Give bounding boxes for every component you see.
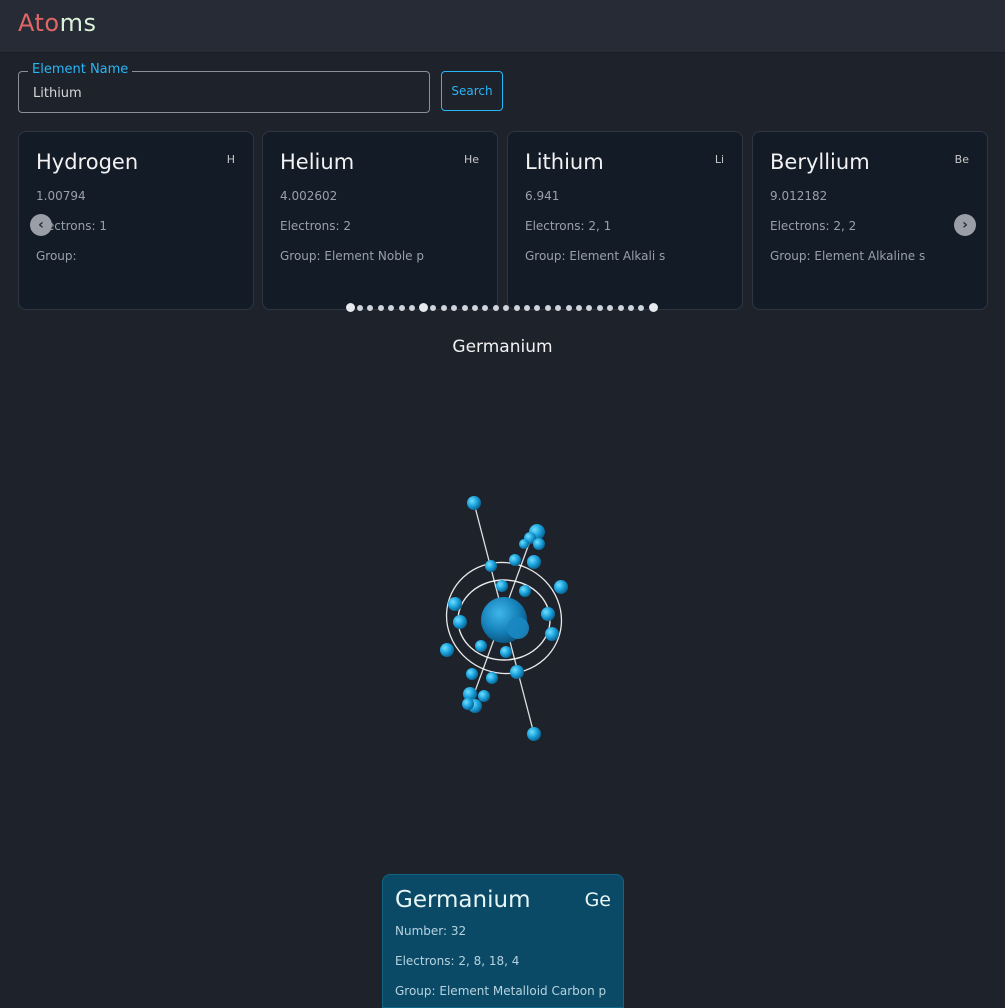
info-electrons: Electrons: 2, 8, 18, 4 [395,954,520,968]
electron-sphere [466,668,478,680]
atom-model-3d[interactable] [0,0,1005,1008]
electron-sphere [545,627,559,641]
info-group: Group: Element Metalloid Carbon p [395,984,607,998]
electron-sphere [541,607,555,621]
electron-sphere [475,640,487,652]
electron-sphere [500,646,512,658]
electron-sphere [519,585,531,597]
element-info-card: Germanium Ge Number: 32 Electrons: 2, 8,… [382,874,624,1008]
info-element-symbol: Ge [584,889,611,911]
electron-sphere [509,554,521,566]
electron-sphere [453,615,467,629]
electron-sphere [533,538,545,550]
electron-sphere [440,643,454,657]
electron-sphere [486,672,498,684]
electron-sphere [519,539,529,549]
electron-sphere [478,690,490,702]
electron-sphere [527,555,541,569]
atom-nucleus [481,597,529,643]
electron-sphere [448,597,462,611]
electron-sphere [462,698,474,710]
electron-sphere [554,580,568,594]
electron-sphere [496,580,508,592]
nucleus-sphere [507,617,529,639]
electron-sphere [485,560,497,572]
electron-sphere [527,727,541,741]
electron-sphere [510,665,524,679]
info-atomic-number: Number: 32 [395,924,467,938]
electron-sphere [467,496,481,510]
info-element-name: Germanium [395,887,531,913]
